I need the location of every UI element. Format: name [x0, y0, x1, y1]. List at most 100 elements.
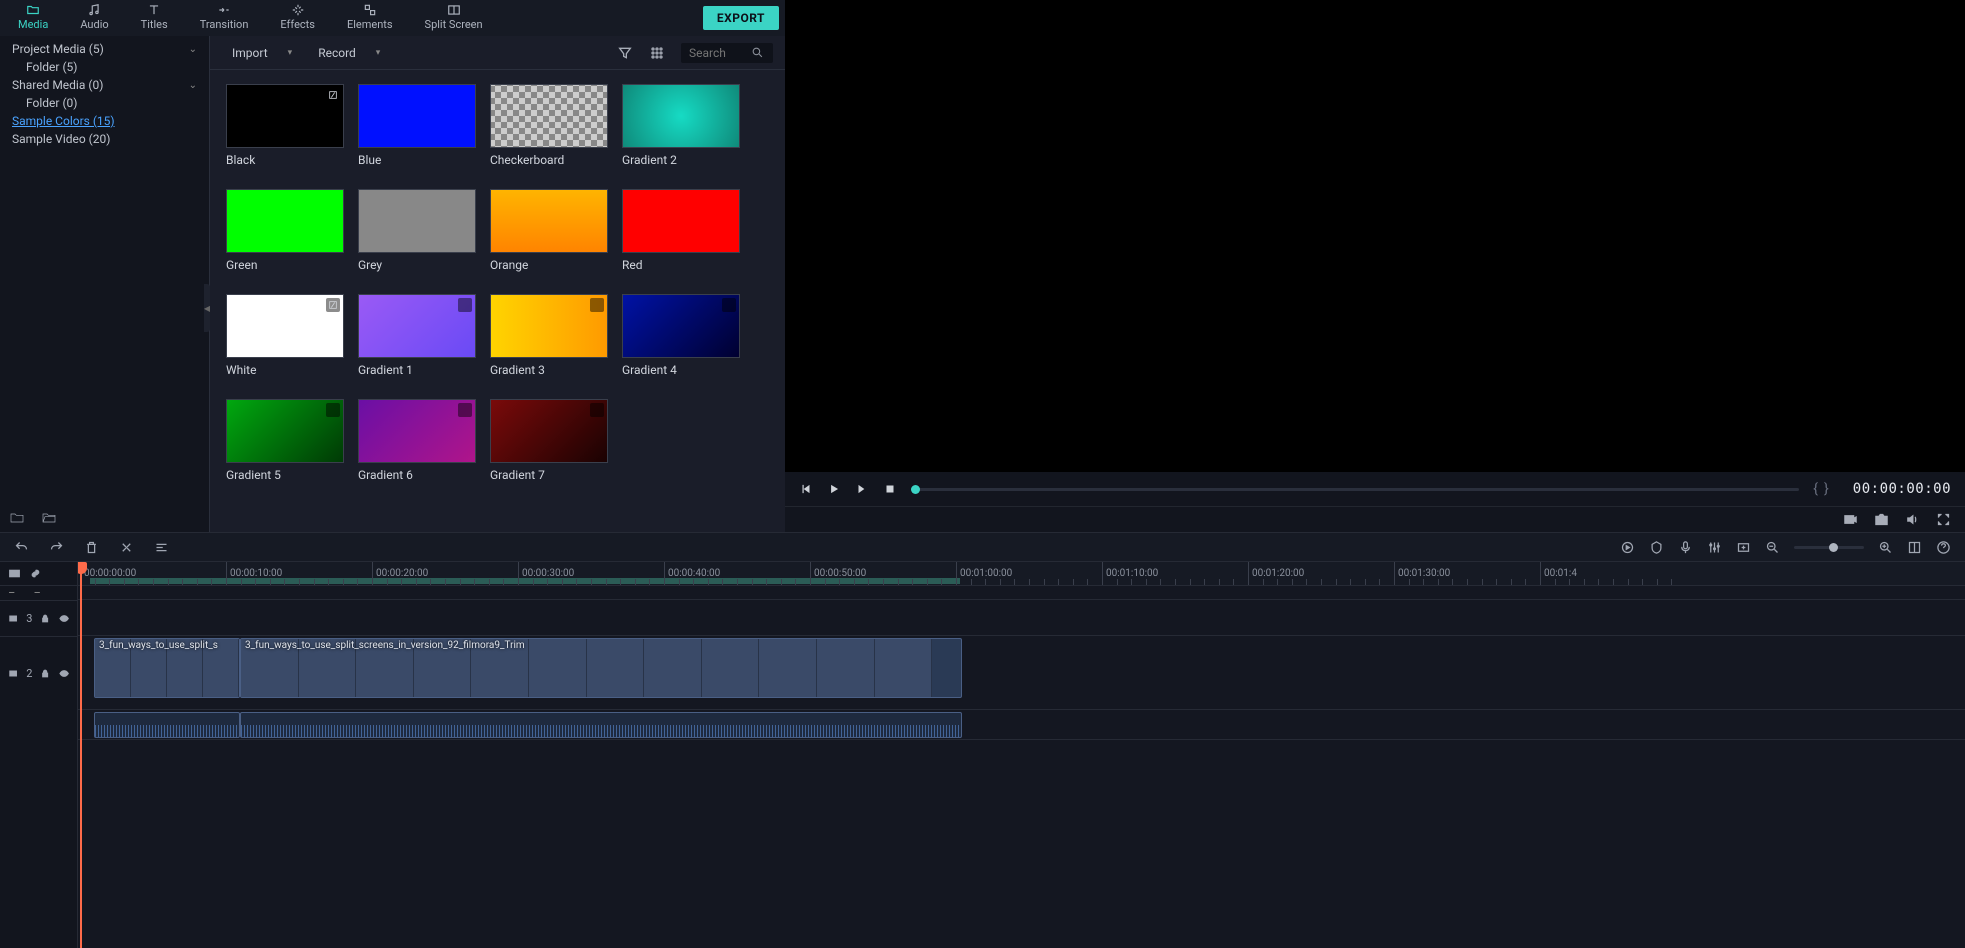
preview-scrubber[interactable]: [911, 488, 1799, 491]
color-thumb-gradient-1[interactable]: Gradient 1: [358, 294, 476, 377]
color-thumb-gradient-2[interactable]: Gradient 2: [622, 84, 740, 167]
download-icon[interactable]: [590, 403, 604, 417]
voiceover-icon[interactable]: [1678, 540, 1693, 555]
search-input[interactable]: [689, 46, 745, 60]
add-icon[interactable]: [326, 298, 340, 312]
undo-icon[interactable]: [14, 540, 29, 555]
tree-project-media[interactable]: Project Media (5) ⌄: [0, 40, 209, 58]
tab-media[interactable]: Media: [2, 1, 64, 35]
minus-icon[interactable]: −: [8, 587, 15, 600]
color-thumb-gradient-4[interactable]: Gradient 4: [622, 294, 740, 377]
tree-project-folder[interactable]: Folder (5): [0, 58, 209, 76]
split-icon[interactable]: [119, 540, 134, 555]
timeline-ruler[interactable]: 00:00:00:0000:00:10:0000:00:20:0000:00:3…: [78, 562, 1965, 586]
tab-transition[interactable]: Transition: [184, 1, 265, 35]
link-icon[interactable]: [29, 567, 42, 580]
color-thumb-orange[interactable]: Orange: [490, 189, 608, 272]
add-icon[interactable]: [326, 88, 340, 102]
audio-clip-1[interactable]: [94, 712, 240, 738]
delete-icon[interactable]: [84, 540, 99, 555]
transition-icon: [217, 3, 231, 17]
fullscreen-icon[interactable]: [1936, 512, 1951, 527]
zoom-in-icon[interactable]: [1878, 540, 1893, 555]
track-2-audio[interactable]: [78, 710, 1965, 740]
color-thumb-checkerboard[interactable]: Checkerboard: [490, 84, 608, 167]
scrubber-handle[interactable]: [911, 485, 920, 494]
color-thumb-grey[interactable]: Grey: [358, 189, 476, 272]
color-thumb-green[interactable]: Green: [226, 189, 344, 272]
playhead[interactable]: [80, 562, 82, 948]
thumb-swatch: [226, 189, 344, 253]
audio-clip-2[interactable]: [240, 712, 962, 738]
edit-tools-icon[interactable]: [154, 540, 169, 555]
grid-view-icon[interactable]: [649, 45, 665, 61]
color-thumb-blue[interactable]: Blue: [358, 84, 476, 167]
clip-2[interactable]: 3_fun_ways_to_use_split_screens_in_versi…: [240, 638, 962, 698]
tree-shared-media[interactable]: Shared Media (0) ⌄: [0, 76, 209, 94]
redo-icon[interactable]: [49, 540, 64, 555]
tree-footer: [8, 510, 58, 526]
step-back-button[interactable]: [799, 482, 813, 496]
tab-effects[interactable]: Effects: [264, 1, 331, 35]
stop-button[interactable]: [883, 482, 897, 496]
zoom-slider[interactable]: [1794, 546, 1864, 549]
import-dropdown[interactable]: Import ▾: [222, 46, 292, 60]
zoom-out-icon[interactable]: [1765, 540, 1780, 555]
color-thumb-gradient-5[interactable]: Gradient 5: [226, 399, 344, 482]
zoom-fit-icon[interactable]: [1907, 540, 1922, 555]
tab-elements[interactable]: Elements: [331, 1, 409, 35]
audio-mixer-icon[interactable]: [1707, 540, 1722, 555]
thumb-swatch: [358, 189, 476, 253]
preview-canvas[interactable]: [785, 0, 1965, 472]
record-dropdown[interactable]: Record ▾: [308, 46, 380, 60]
mark-in-icon[interactable]: {: [1813, 481, 1818, 497]
filter-icon[interactable]: [617, 45, 633, 61]
track-3[interactable]: [78, 600, 1965, 636]
collapse-tree-handle[interactable]: ◀: [204, 284, 210, 332]
new-folder-icon[interactable]: [8, 510, 26, 526]
download-icon[interactable]: [722, 298, 736, 312]
volume-icon[interactable]: [1905, 512, 1920, 527]
timeline-settings-icon[interactable]: [8, 567, 21, 580]
mark-out-icon[interactable]: }: [1824, 481, 1829, 497]
download-icon[interactable]: [458, 298, 472, 312]
lock-icon[interactable]: [40, 667, 50, 680]
clip-1[interactable]: 3_fun_ways_to_use_split_s: [94, 638, 240, 698]
tree-sample-video[interactable]: Sample Video (20): [0, 130, 209, 148]
marker-icon[interactable]: [1649, 540, 1664, 555]
export-button[interactable]: EXPORT: [703, 6, 779, 30]
search-icon[interactable]: [751, 46, 764, 59]
eye-icon[interactable]: [59, 612, 69, 625]
tab-splitscreen[interactable]: Split Screen: [409, 1, 499, 35]
dropdown-label: Record: [318, 46, 356, 60]
lock-icon[interactable]: [40, 612, 50, 625]
color-thumb-gradient-3[interactable]: Gradient 3: [490, 294, 608, 377]
color-thumb-gradient-6[interactable]: Gradient 6: [358, 399, 476, 482]
render-icon[interactable]: [1620, 540, 1635, 555]
color-thumb-gradient-7[interactable]: Gradient 7: [490, 399, 608, 482]
thumb-label: Checkerboard: [490, 153, 608, 167]
folder-open-icon[interactable]: [40, 510, 58, 526]
tab-titles[interactable]: Titles: [125, 1, 184, 35]
zoom-knob[interactable]: [1829, 543, 1838, 552]
quality-icon[interactable]: [1843, 512, 1858, 527]
snapshot-icon[interactable]: [1874, 512, 1889, 527]
color-thumb-black[interactable]: Black: [226, 84, 344, 167]
tab-audio[interactable]: Audio: [64, 1, 124, 35]
tree-shared-folder[interactable]: Folder (0): [0, 94, 209, 112]
download-icon[interactable]: [458, 403, 472, 417]
color-thumb-white[interactable]: White: [226, 294, 344, 377]
step-forward-button[interactable]: [855, 482, 869, 496]
color-thumb-red[interactable]: Red: [622, 189, 740, 272]
help-icon[interactable]: [1936, 540, 1951, 555]
minus-icon[interactable]: −: [33, 587, 40, 600]
download-icon[interactable]: [326, 403, 340, 417]
tree-sample-colors[interactable]: Sample Colors (15): [0, 112, 209, 130]
eye-icon[interactable]: [59, 667, 69, 680]
track-header-2[interactable]: 2: [0, 636, 77, 710]
add-marker-icon[interactable]: [1736, 540, 1751, 555]
download-icon[interactable]: [590, 298, 604, 312]
play-button[interactable]: [827, 482, 841, 496]
track-2-video[interactable]: 3_fun_ways_to_use_split_s 3_fun_ways_to_…: [78, 636, 1965, 710]
track-header-3[interactable]: 3: [0, 600, 77, 636]
